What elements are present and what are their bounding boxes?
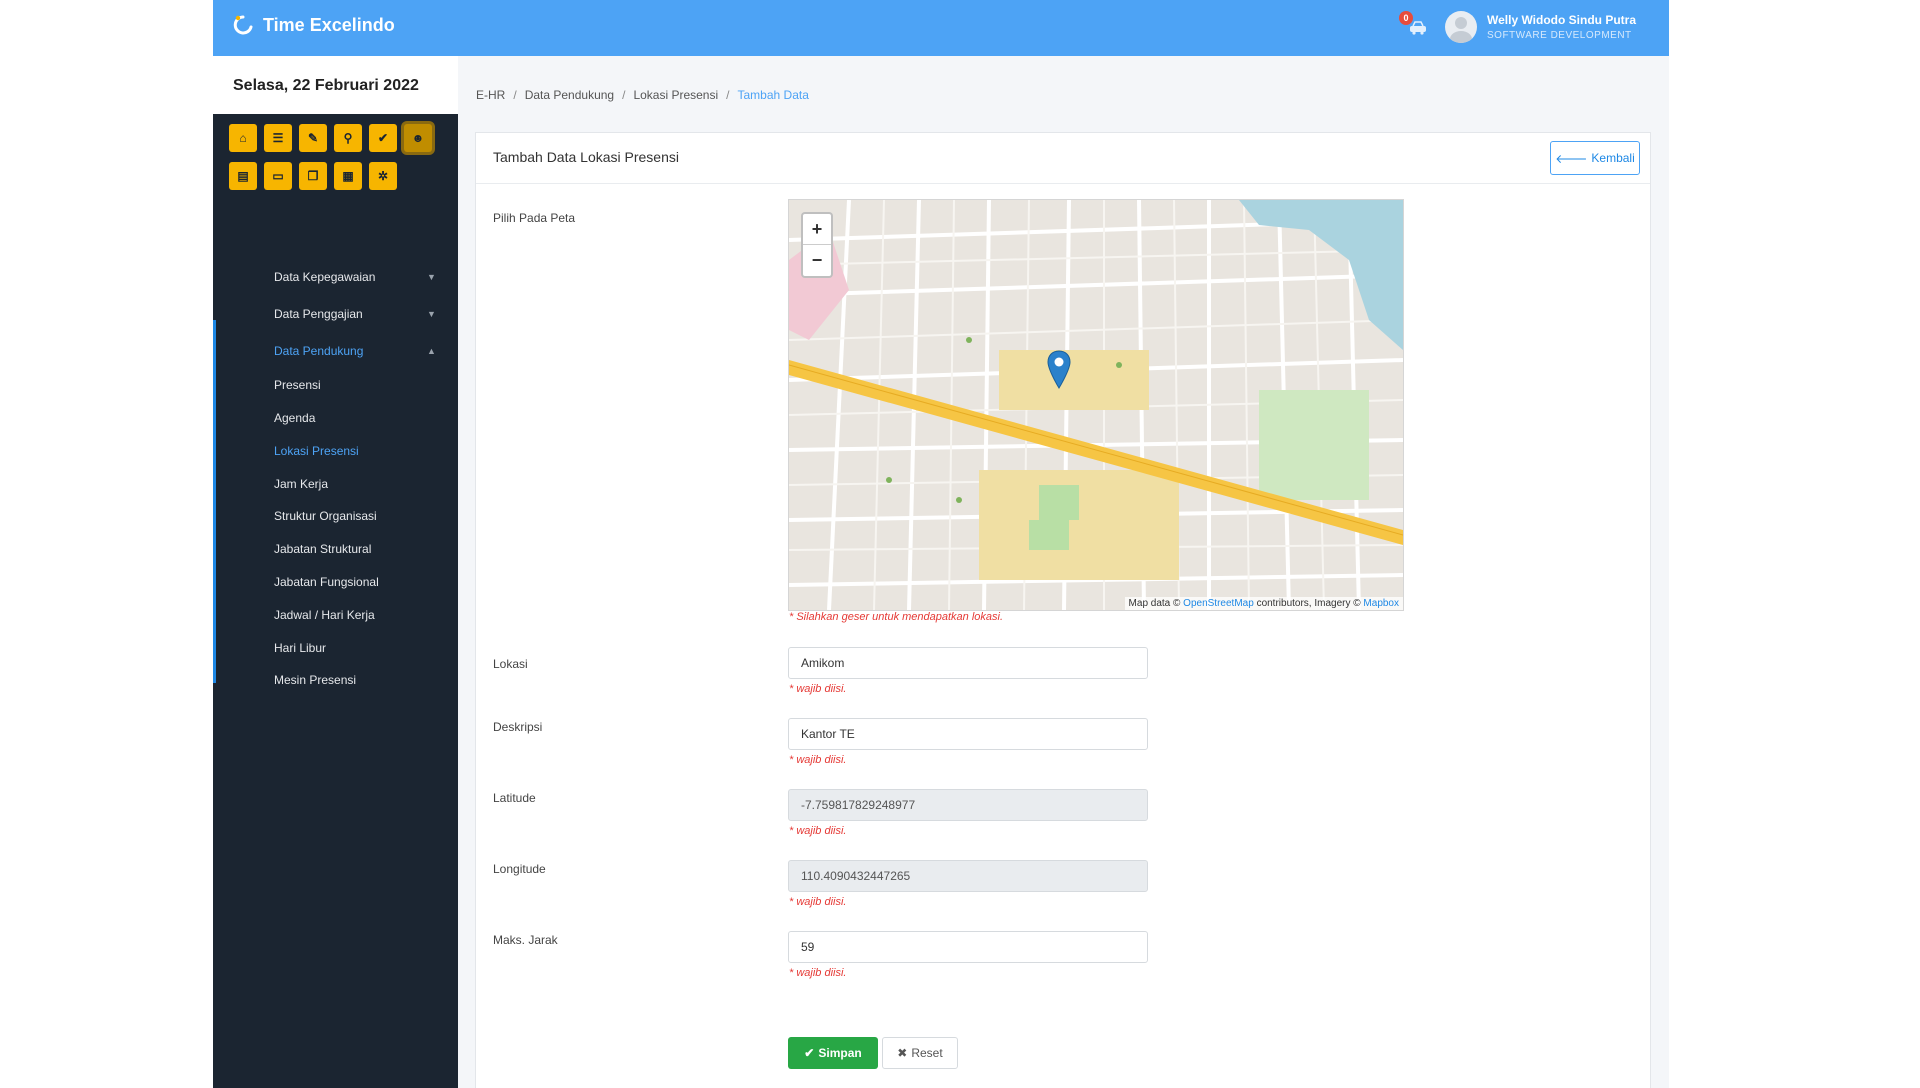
latitude-input[interactable]: -7.759817829248977 bbox=[788, 789, 1148, 821]
attribution-prefix: Map data © bbox=[1128, 598, 1181, 609]
document-icon[interactable]: ▤ bbox=[229, 162, 257, 190]
sidebar-item-jam-kerja[interactable]: Jam Kerja bbox=[274, 477, 328, 491]
breadcrumb-item[interactable]: Data Pendukung bbox=[525, 88, 614, 102]
check-icon[interactable]: ✔ bbox=[369, 124, 397, 152]
breadcrumb-separator: / bbox=[726, 88, 730, 102]
edit-icon[interactable]: ✎ bbox=[299, 124, 327, 152]
current-date: Selasa, 22 Februari 2022 bbox=[233, 77, 419, 94]
location-map[interactable]: + − Map data © OpenStreetMap contributor… bbox=[788, 199, 1404, 611]
reset-button[interactable]: ✖ Reset bbox=[882, 1037, 958, 1069]
sidebar-item-data-kepegawaian[interactable]: Data Kepegawaian bbox=[274, 270, 375, 284]
chart-icon[interactable]: ▦ bbox=[334, 162, 362, 190]
car-icon bbox=[1410, 21, 1426, 35]
longitude-input[interactable]: 110.4090432447265 bbox=[788, 860, 1148, 892]
list-icon[interactable]: ☰ bbox=[264, 124, 292, 152]
map-attribution: Map data © OpenStreetMap contributors, I… bbox=[1124, 597, 1403, 610]
zoom-in-button[interactable]: + bbox=[803, 214, 831, 245]
latitude-label: Latitude bbox=[493, 791, 536, 805]
lokasi-label: Lokasi bbox=[493, 657, 528, 671]
chevron-up-icon: ▲ bbox=[427, 346, 436, 356]
brand-logo-icon bbox=[233, 15, 253, 35]
sidebar-item-mesin-presensi[interactable]: Mesin Presensi bbox=[274, 673, 356, 687]
chevron-down-icon: ▼ bbox=[427, 272, 436, 282]
sidebar-item-struktur-organisasi[interactable]: Struktur Organisasi bbox=[274, 509, 377, 523]
card-title: Tambah Data Lokasi Presensi bbox=[493, 149, 679, 165]
deskripsi-label: Deskripsi bbox=[493, 720, 543, 734]
user-icon[interactable]: ☻ bbox=[404, 124, 432, 152]
sidebar-item-jabatan-fungsional[interactable]: Jabatan Fungsional bbox=[274, 575, 379, 589]
latitude-required-note: * wajib diisi. bbox=[789, 825, 847, 837]
chevron-down-icon: ▼ bbox=[427, 309, 436, 319]
sidebar-item-hari-libur[interactable]: Hari Libur bbox=[274, 641, 326, 655]
attribution-middle: contributors, Imagery © bbox=[1256, 598, 1361, 609]
sidebar-item-jadwal-hari-kerja[interactable]: Jadwal / Hari Kerja bbox=[274, 608, 375, 622]
map-hint: * Silahkan geser untuk mendapatkan lokas… bbox=[789, 611, 1004, 623]
map-marker-icon[interactable] bbox=[1047, 350, 1071, 390]
sidebar-item-jabatan-struktural[interactable]: Jabatan Struktural bbox=[274, 542, 371, 556]
reset-button-label: Reset bbox=[911, 1046, 943, 1060]
search-icon[interactable]: ⚲ bbox=[334, 124, 362, 152]
sidebar-item-data-pendukung[interactable]: Data Pendukung bbox=[274, 344, 363, 358]
map-tiles bbox=[789, 200, 1403, 610]
maks-jarak-required-note: * wajib diisi. bbox=[789, 967, 847, 979]
app-window: Time Excelindo 0 Welly Widodo Sindu Putr… bbox=[213, 0, 1669, 1088]
map-label: Pilih Pada Peta bbox=[493, 211, 576, 225]
user-avatar[interactable] bbox=[1445, 11, 1477, 43]
longitude-label: Longitude bbox=[493, 862, 546, 876]
user-role: SOFTWARE DEVELOPMENT bbox=[1487, 30, 1632, 41]
check-icon: ✔ bbox=[804, 1046, 815, 1060]
brand[interactable]: Time Excelindo bbox=[231, 13, 395, 37]
deskripsi-required-note: * wajib diisi. bbox=[789, 754, 847, 766]
sidebar-item-presensi[interactable]: Presensi bbox=[274, 378, 321, 392]
mapbox-link[interactable]: Mapbox bbox=[1363, 598, 1399, 609]
save-button[interactable]: ✔ Simpan bbox=[788, 1037, 878, 1069]
breadcrumb-separator: / bbox=[513, 88, 517, 102]
map-zoom-control: + − bbox=[801, 212, 833, 278]
lokasi-input[interactable]: Amikom bbox=[788, 647, 1148, 679]
longitude-required-note: * wajib diisi. bbox=[789, 896, 847, 908]
maks-jarak-label: Maks. Jarak bbox=[493, 933, 558, 947]
breadcrumb-item[interactable]: E-HR bbox=[476, 88, 505, 102]
home-icon[interactable]: ⌂ bbox=[229, 124, 257, 152]
user-name[interactable]: Welly Widodo Sindu Putra bbox=[1487, 13, 1636, 27]
files-icon[interactable]: ❐ bbox=[299, 162, 327, 190]
card-header: Tambah Data Lokasi Presensi 🡐 Kembali bbox=[476, 133, 1650, 184]
breadcrumb-separator: / bbox=[622, 88, 626, 102]
date-panel: Selasa, 22 Februari 2022 bbox=[213, 56, 458, 114]
breadcrumb-current: Tambah Data bbox=[737, 88, 809, 102]
form-card: Tambah Data Lokasi Presensi 🡐 Kembali Pi… bbox=[475, 132, 1651, 1088]
card-icon[interactable]: ▭ bbox=[264, 162, 292, 190]
lokasi-required-note: * wajib diisi. bbox=[789, 683, 847, 695]
sidebar: Selasa, 22 Februari 2022 ⌂ ☰ ✎ ⚲ ✔ ☻ ▤ ▭… bbox=[213, 56, 458, 1088]
breadcrumb-item[interactable]: Lokasi Presensi bbox=[633, 88, 718, 102]
top-navbar: Time Excelindo 0 Welly Widodo Sindu Putr… bbox=[213, 0, 1669, 56]
sidebar-item-lokasi-presensi[interactable]: Lokasi Presensi bbox=[274, 444, 359, 458]
openstreetmap-link[interactable]: OpenStreetMap bbox=[1183, 598, 1254, 609]
sidebar-item-data-penggajian[interactable]: Data Penggajian bbox=[274, 307, 363, 321]
breadcrumb: E-HR / Data Pendukung / Lokasi Presensi … bbox=[476, 88, 809, 102]
deskripsi-input[interactable]: Kantor TE bbox=[788, 718, 1148, 750]
active-menu-indicator bbox=[213, 320, 216, 683]
maks-jarak-input[interactable]: 59 bbox=[788, 931, 1148, 963]
user-avatar-icon bbox=[1450, 17, 1472, 43]
notification-button[interactable]: 0 bbox=[1399, 11, 1429, 41]
brand-name: Time Excelindo bbox=[263, 14, 395, 35]
settings-icon[interactable]: ✲ bbox=[369, 162, 397, 190]
arrow-left-icon: 🡐 bbox=[1555, 151, 1588, 166]
close-icon: ✖ bbox=[897, 1046, 908, 1060]
zoom-out-button[interactable]: − bbox=[803, 245, 831, 275]
back-button[interactable]: 🡐 Kembali bbox=[1550, 141, 1640, 175]
back-button-label: Kembali bbox=[1591, 151, 1635, 165]
save-button-label: Simpan bbox=[818, 1046, 862, 1060]
sidebar-item-agenda[interactable]: Agenda bbox=[274, 411, 315, 425]
